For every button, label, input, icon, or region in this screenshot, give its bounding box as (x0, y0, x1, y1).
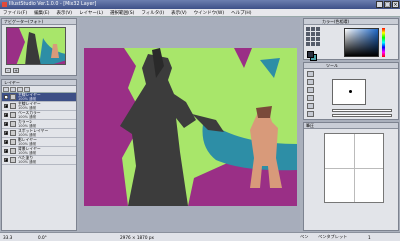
pen-tool-icon[interactable] (306, 27, 310, 31)
menu-layer[interactable]: レイヤー(L) (79, 10, 103, 16)
drawing-canvas[interactable] (84, 48, 297, 206)
menu-edit[interactable]: 編集(E) (34, 10, 49, 16)
new-layer-icon[interactable] (3, 87, 9, 92)
menu-file[interactable]: ファイル(F) (3, 10, 27, 16)
layer-thumbnail (10, 148, 16, 154)
move-tool-icon[interactable] (316, 37, 320, 41)
visibility-icon[interactable]: ● (4, 113, 8, 117)
zoom-in-button[interactable]: + (13, 68, 19, 73)
pencil-tool-icon[interactable] (311, 27, 315, 31)
visibility-icon[interactable]: ● (4, 131, 8, 135)
layer-thumbnail (10, 112, 16, 118)
pressure-panel-title: 筆圧 (304, 123, 398, 129)
status-pen-label: ペンタブレット (318, 234, 348, 239)
menu-filter[interactable]: フィルタ(I) (141, 10, 164, 16)
tool-option-title: ツール (304, 63, 398, 69)
navigator-zoom-controls: - + (5, 68, 19, 73)
gradient-tool-icon[interactable] (316, 32, 320, 36)
brush-preview (332, 79, 366, 105)
visibility-icon[interactable]: ● (4, 95, 8, 99)
color-panel: カラー(色相環) (303, 18, 399, 61)
layer-row[interactable]: ● 背景レイヤー 100% 通常 (2, 147, 76, 156)
hand-tool-icon[interactable] (306, 42, 310, 46)
option-pen-icon[interactable] (307, 79, 314, 85)
status-angle: 0.0° (38, 234, 47, 240)
title-bar: IllustStudio Ver.1.0.0 - [Mix32 Layer] _… (0, 0, 400, 9)
navigator-preview-art (7, 28, 65, 64)
zoom-tool-icon[interactable] (311, 42, 315, 46)
color-hue-slider[interactable] (382, 28, 385, 57)
status-bar: 33.3 0.0° 2976 × 1870 px ペン ペンタブレット 1 (0, 232, 400, 241)
visibility-icon[interactable]: ● (4, 122, 8, 126)
visibility-icon[interactable]: ● (4, 140, 8, 144)
canvas-artwork (84, 48, 297, 206)
foreground-color-swatch[interactable] (307, 51, 314, 58)
lasso-tool-icon[interactable] (311, 37, 315, 41)
tool-option-panel: ツール (303, 62, 399, 120)
menu-select[interactable]: 選択範囲(S) (110, 10, 134, 16)
visibility-icon[interactable]: ● (4, 149, 8, 153)
layer-row[interactable]: ● べた塗り 100% 通常 (2, 156, 76, 165)
layer-thumbnail (10, 130, 16, 136)
layer-opacity: 100% 通常 (18, 160, 37, 164)
menu-bar: ファイル(F) 編集(E) 表示(V) レイヤー(L) 選択範囲(S) フィルタ… (0, 9, 400, 17)
canvas-workarea (79, 17, 300, 232)
menu-view[interactable]: 表示(V) (56, 10, 72, 16)
option-pattern-icon[interactable] (307, 111, 314, 117)
visibility-icon[interactable]: ● (4, 158, 8, 162)
option-texture-icon[interactable] (307, 103, 314, 109)
status-zoom: 33.3 (3, 234, 13, 240)
brush-opacity-slider[interactable] (332, 114, 392, 117)
menu-help[interactable]: ヘルプ(H) (231, 10, 251, 16)
close-button[interactable]: × (392, 1, 399, 8)
layer-row[interactable]: ● ベースカラー 100% 通常 (2, 111, 76, 120)
fill-tool-icon[interactable] (311, 32, 315, 36)
color-panel-title: カラー(色相環) (304, 19, 398, 25)
menu-view-2[interactable]: 表示(V) (171, 10, 187, 16)
status-size: 2976 × 1870 px (120, 234, 154, 240)
layer-panel: レイヤー ● 主線レイヤー 100% 通常 ● 主線レイヤー 100% 通常 ● ベ… (1, 79, 77, 231)
navigator-title: ナビゲーター(フォト) (2, 19, 76, 25)
app-icon (2, 2, 7, 7)
select-tool-icon[interactable] (306, 37, 310, 41)
minimize-button[interactable]: _ (376, 1, 383, 8)
layer-thumbnail (10, 103, 16, 109)
status-tool: ペン (300, 234, 309, 239)
pressure-curve-graph[interactable] (324, 133, 384, 203)
status-pen-value: 1 (368, 234, 371, 240)
brush-tool-icon[interactable] (316, 27, 320, 31)
option-brush-icon[interactable] (307, 71, 314, 77)
layer-thumbnail (10, 94, 16, 100)
maximize-button[interactable]: □ (384, 1, 391, 8)
layer-thumbnail (10, 121, 16, 127)
pressure-panel: 筆圧 (303, 122, 399, 231)
navigator-thumbnail[interactable] (6, 27, 66, 65)
navigator-panel: ナビゲーター(フォト) - + (1, 18, 77, 76)
zoom-out-button[interactable]: - (5, 68, 11, 73)
layer-row[interactable]: ● スポットレイヤー 100% 通常 (2, 129, 76, 138)
option-blur-icon[interactable] (307, 95, 314, 101)
tool-grid (306, 27, 320, 46)
tool-option-buttons (307, 71, 314, 117)
option-airbrush-icon[interactable] (307, 87, 314, 93)
window-controls: _ □ × (376, 1, 399, 8)
visibility-icon[interactable]: ● (4, 104, 8, 108)
copy-layer-icon[interactable] (10, 87, 16, 92)
brush-size-slider[interactable] (332, 109, 392, 112)
window-title: IllustStudio Ver.1.0.0 - [Mix32 Layer] (9, 2, 97, 7)
color-saturation-field[interactable] (344, 28, 379, 57)
layer-thumbnail (10, 157, 16, 163)
eyedropper-tool-icon[interactable] (316, 42, 320, 46)
layer-thumbnail (10, 139, 16, 145)
eraser-tool-icon[interactable] (306, 32, 310, 36)
menu-window[interactable]: ウインドウ(W) (194, 10, 224, 16)
